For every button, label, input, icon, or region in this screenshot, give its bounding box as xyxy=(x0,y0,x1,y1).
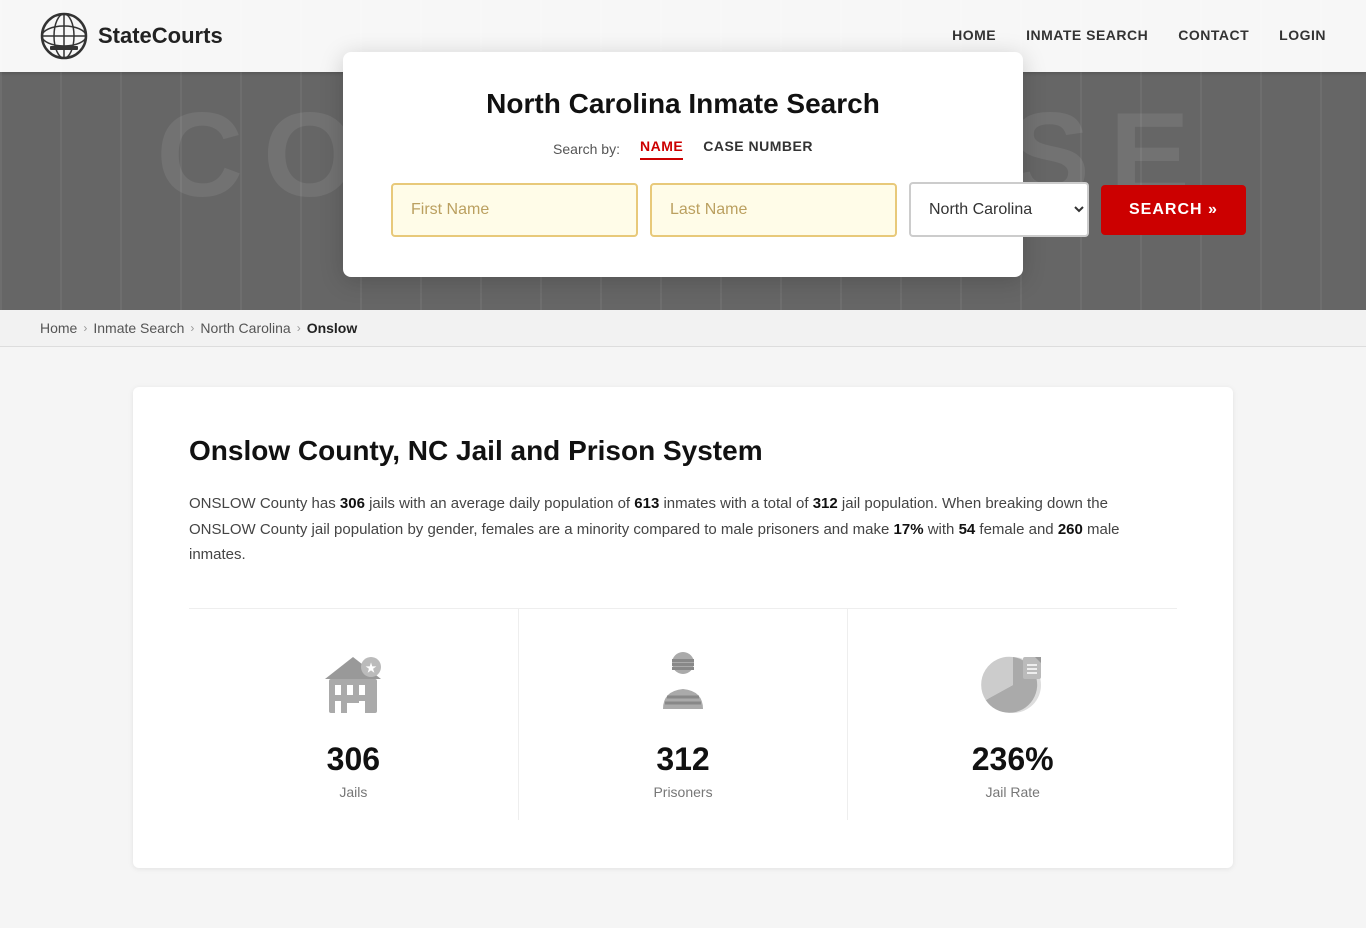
prisoners-count: 312 xyxy=(539,741,828,778)
tab-name[interactable]: NAME xyxy=(640,138,683,160)
content-description: ONSLOW County has 306 jails with an aver… xyxy=(189,491,1177,568)
nav-contact[interactable]: CONTACT xyxy=(1178,27,1249,43)
search-inputs: North Carolina Alabama Alaska Arizona Ca… xyxy=(391,182,975,237)
logo-text: StateCourts xyxy=(98,23,223,49)
main-content: Onslow County, NC Jail and Prison System… xyxy=(0,347,1366,928)
state-select[interactable]: North Carolina Alabama Alaska Arizona Ca… xyxy=(909,182,1089,237)
breadcrumb-north-carolina[interactable]: North Carolina xyxy=(200,320,290,336)
chevron-icon-3: › xyxy=(297,321,301,335)
stat-prisoners: 312 Prisoners xyxy=(519,609,849,820)
tab-case-number[interactable]: CASE NUMBER xyxy=(703,138,813,160)
nav-home[interactable]: HOME xyxy=(952,27,996,43)
stat-jail-rate: 236% Jail Rate xyxy=(848,609,1177,820)
search-button[interactable]: SEARCH » xyxy=(1101,185,1246,235)
jail-rate-icon xyxy=(868,645,1157,725)
jail-rate-label: Jail Rate xyxy=(868,784,1157,800)
jails-icon: ★ xyxy=(209,645,498,725)
breadcrumb-onslow: Onslow xyxy=(307,320,358,336)
breadcrumb-inmate-search[interactable]: Inmate Search xyxy=(93,320,184,336)
svg-text:★: ★ xyxy=(366,661,377,675)
logo[interactable]: StateCourts xyxy=(40,12,223,60)
search-card: North Carolina Inmate Search Search by: … xyxy=(343,52,1023,277)
breadcrumb: Home › Inmate Search › North Carolina › … xyxy=(0,310,1366,347)
content-card: Onslow County, NC Jail and Prison System… xyxy=(133,387,1233,868)
first-name-input[interactable] xyxy=(391,183,638,237)
prisoners-icon xyxy=(539,645,828,725)
search-by-label: Search by: xyxy=(553,141,620,157)
chevron-icon-2: › xyxy=(190,321,194,335)
search-by-row: Search by: NAME CASE NUMBER xyxy=(391,138,975,160)
last-name-input[interactable] xyxy=(650,183,897,237)
jail-rate-count: 236% xyxy=(868,741,1157,778)
nav-links: HOME INMATE SEARCH CONTACT LOGIN xyxy=(952,27,1326,45)
nav-login[interactable]: LOGIN xyxy=(1279,27,1326,43)
logo-icon xyxy=(40,12,88,60)
nav-inmate-search[interactable]: INMATE SEARCH xyxy=(1026,27,1148,43)
jails-label: Jails xyxy=(209,784,498,800)
content-title: Onslow County, NC Jail and Prison System xyxy=(189,435,1177,467)
stats-row: ★ 306 Jails xyxy=(189,608,1177,820)
jails-count: 306 xyxy=(209,741,498,778)
prisoners-label: Prisoners xyxy=(539,784,828,800)
search-card-title: North Carolina Inmate Search xyxy=(391,88,975,120)
breadcrumb-home[interactable]: Home xyxy=(40,320,77,336)
chevron-icon-1: › xyxy=(83,321,87,335)
stat-jails: ★ 306 Jails xyxy=(189,609,519,820)
